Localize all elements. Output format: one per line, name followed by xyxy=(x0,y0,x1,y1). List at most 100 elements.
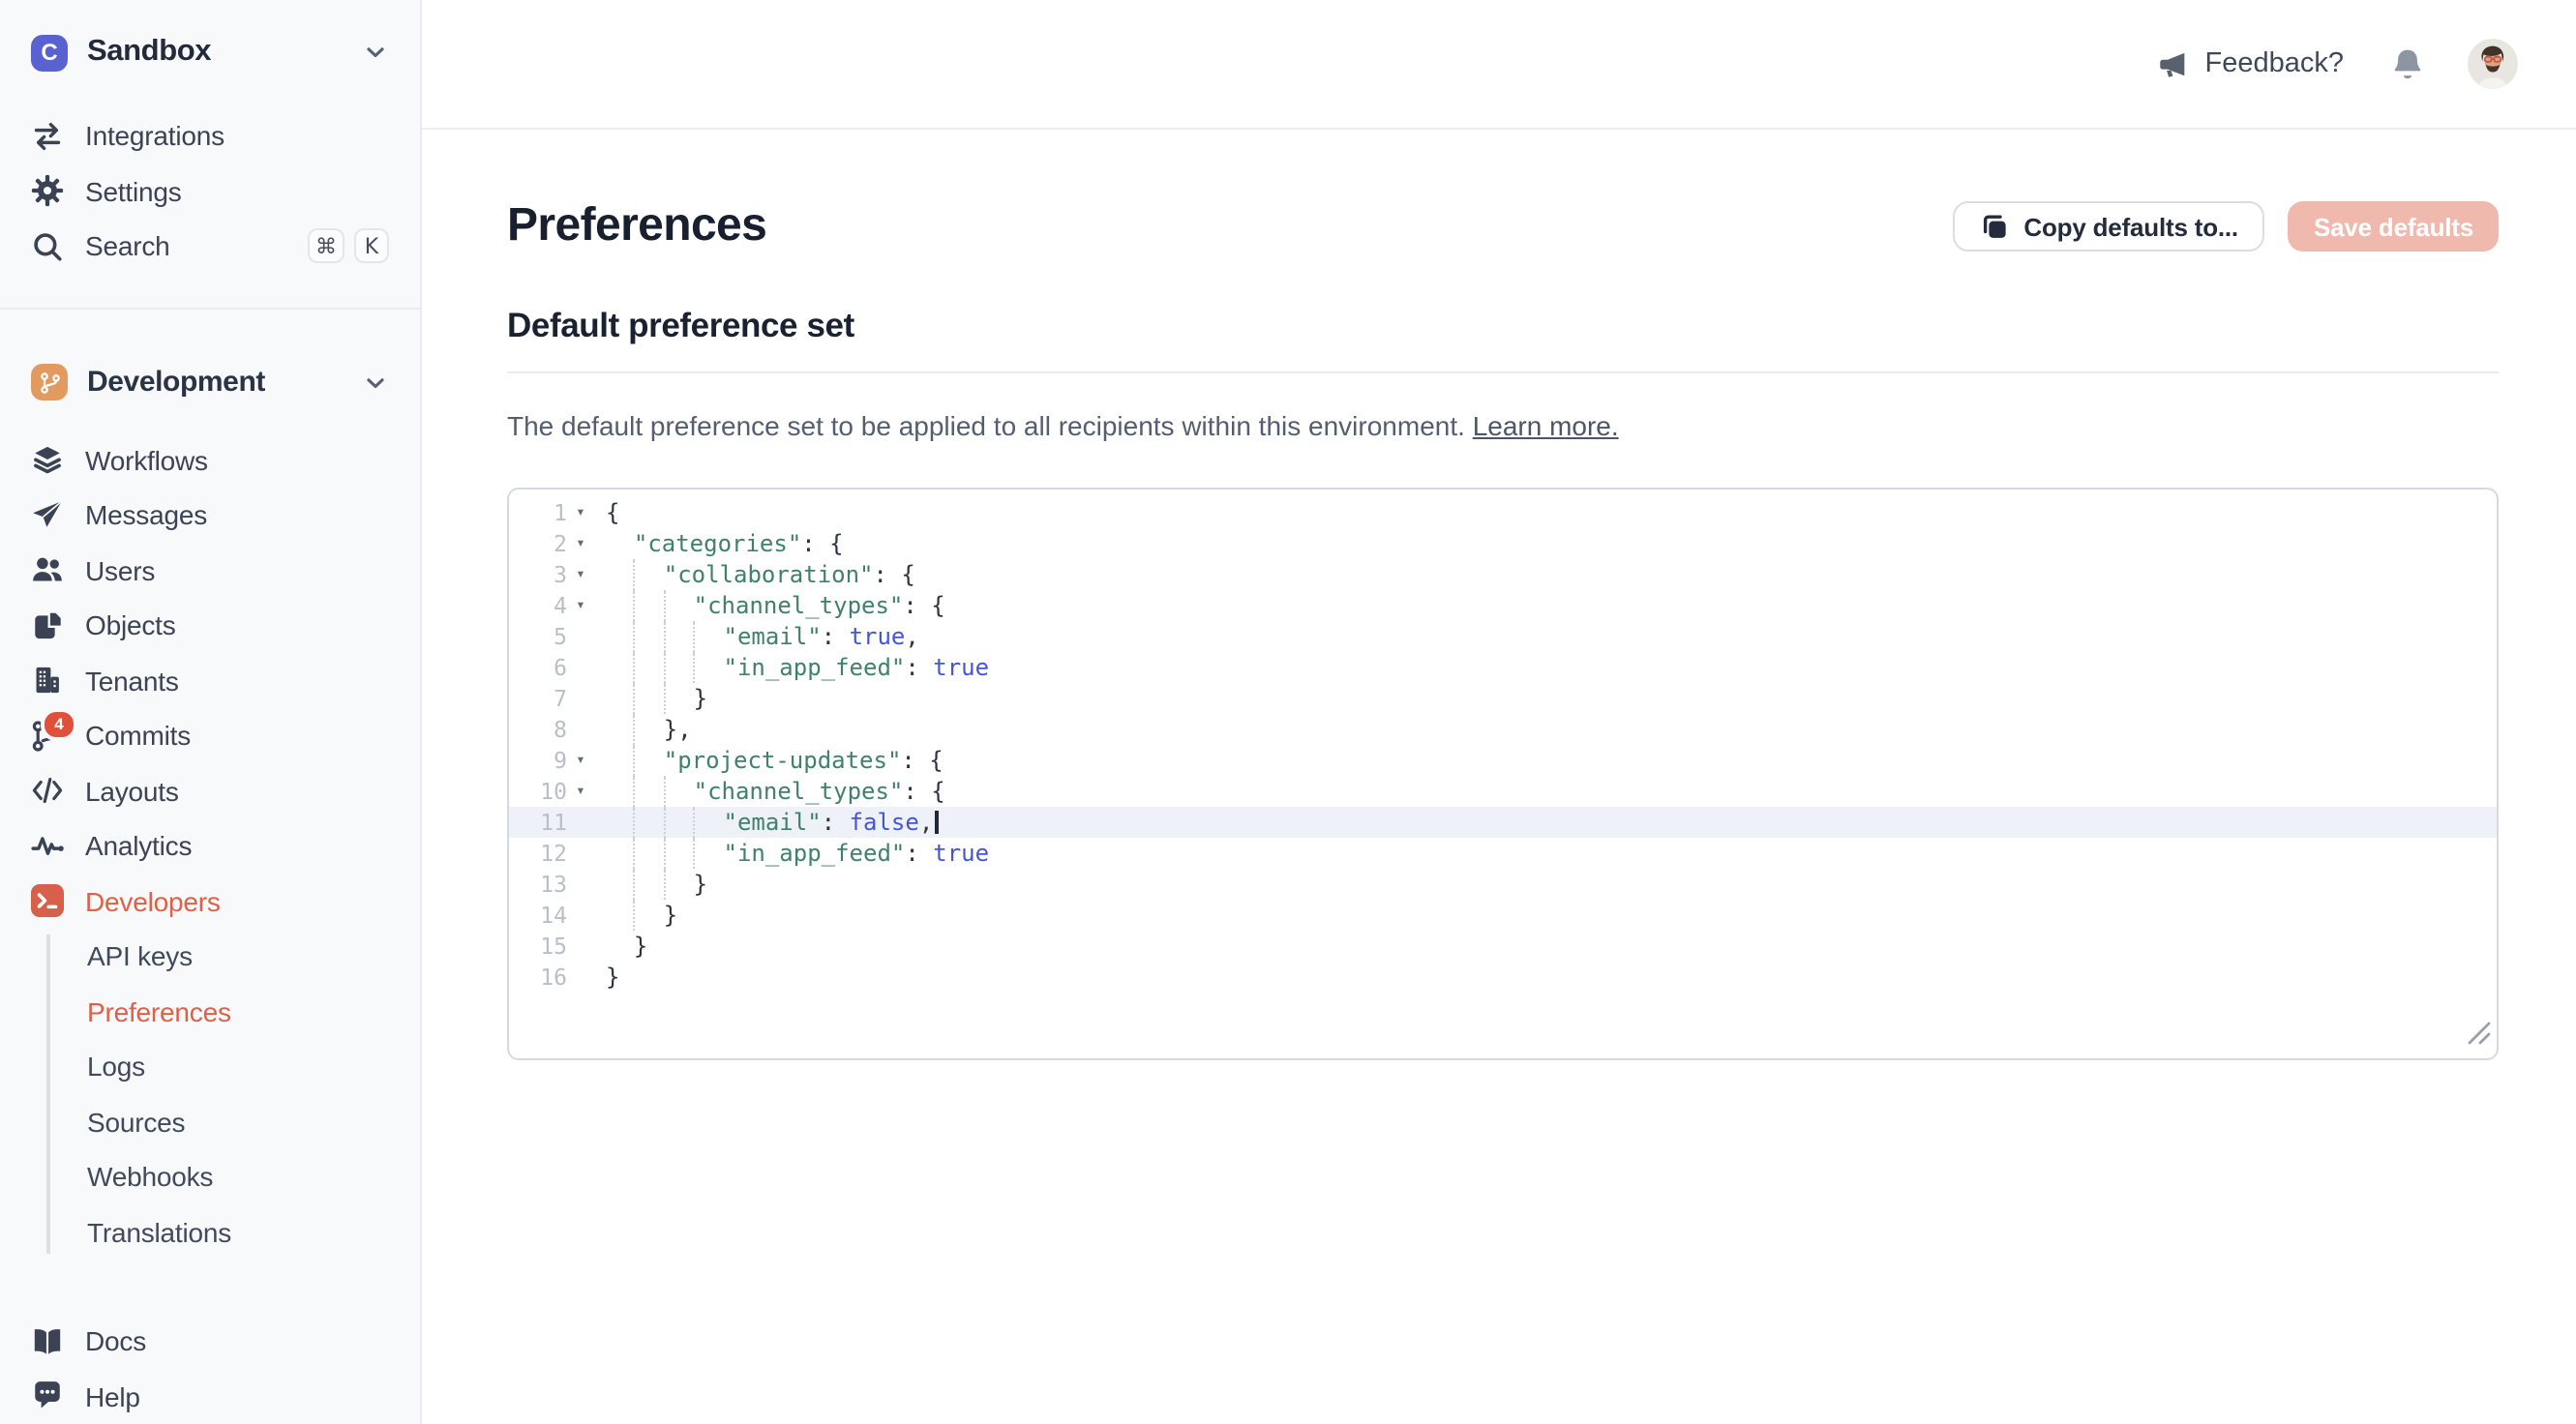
sidebar-item-analytics[interactable]: Analytics xyxy=(0,818,420,874)
sidebar-item-integrations[interactable]: Integrations xyxy=(0,108,420,163)
code-line[interactable]: 6"in_app_feed": true xyxy=(509,653,2497,684)
copy-defaults-button[interactable]: Copy defaults to... xyxy=(1952,201,2265,252)
main-area: Feedback? xyxy=(422,0,2576,1424)
workspace-logo: C xyxy=(31,34,68,71)
fold-toggle-icon[interactable]: ▾ xyxy=(567,498,594,529)
code-line[interactable]: 13} xyxy=(509,870,2497,901)
sidebar-item-layouts[interactable]: Layouts xyxy=(0,763,420,818)
resize-handle-icon[interactable] xyxy=(2466,1017,2491,1053)
token-k: "email" xyxy=(724,622,822,653)
code-line[interactable]: 8}, xyxy=(509,715,2497,746)
code-line[interactable]: 12 "in_app_feed": true xyxy=(509,839,2497,870)
environment-switcher[interactable]: Development xyxy=(0,347,420,417)
integrations-icon xyxy=(31,120,64,153)
search-icon xyxy=(31,230,64,263)
code-line[interactable]: 16} xyxy=(509,963,2497,994)
indent-spacer xyxy=(606,839,634,870)
code-line[interactable]: 1▾{ xyxy=(509,498,2497,529)
sidebar-subitem-logs[interactable]: Logs xyxy=(0,1039,420,1094)
editor-gutter: 8 xyxy=(509,717,598,744)
sidebar-subitem-api-keys[interactable]: API keys xyxy=(0,929,420,984)
token-p: : { xyxy=(801,529,843,560)
code-line[interactable]: 2▾"categories": { xyxy=(509,529,2497,560)
code-line[interactable]: 5"email": true, xyxy=(509,622,2497,653)
editor-gutter: 3▾ xyxy=(509,560,598,591)
layouts-icon xyxy=(31,775,64,808)
token-b: false xyxy=(850,808,919,839)
code-line[interactable]: 4▾"channel_types": { xyxy=(509,591,2497,622)
indent-spacer xyxy=(606,591,634,622)
json-code-editor[interactable]: 1▾{2▾"categories": {3▾"collaboration": {… xyxy=(507,489,2499,1061)
code-line[interactable]: 7} xyxy=(509,684,2497,715)
token-p: , xyxy=(919,808,933,839)
fold-toggle-icon[interactable]: ▾ xyxy=(567,529,594,560)
indent-spacer xyxy=(606,870,634,901)
sidebar-item-messages[interactable]: Messages xyxy=(0,488,420,543)
search-shortcut: ⌘K xyxy=(308,229,389,264)
copy-icon xyxy=(1979,212,2008,241)
sidebar-item-label: Help xyxy=(85,1381,389,1412)
line-number: 3 xyxy=(509,562,567,589)
sidebar-item-label: Docs xyxy=(85,1326,389,1357)
code-text: "email": false, xyxy=(598,808,938,839)
user-avatar[interactable] xyxy=(2468,39,2518,89)
sidebar-item-settings[interactable]: Settings xyxy=(0,163,420,219)
indent-guide xyxy=(664,839,694,870)
sidebar-item-workflows[interactable]: Workflows xyxy=(0,432,420,488)
sidebar-item-objects[interactable]: Objects xyxy=(0,598,420,653)
code-line[interactable]: 15} xyxy=(509,932,2497,963)
commits-icon: 4 xyxy=(31,720,64,753)
sidebar-item-label: Objects xyxy=(85,610,389,641)
line-number: 13 xyxy=(509,872,567,899)
fold-toggle-icon[interactable]: ▾ xyxy=(567,746,594,777)
fold-toggle-icon[interactable]: ▾ xyxy=(567,777,594,808)
sidebar-item-search[interactable]: Search⌘K xyxy=(0,219,420,274)
environment-branch-icon xyxy=(31,364,68,400)
token-b: true xyxy=(933,839,989,870)
code-line[interactable]: 14} xyxy=(509,901,2497,932)
sidebar-item-label: Developers xyxy=(85,886,389,917)
notifications-button[interactable] xyxy=(2390,46,2425,81)
code-line[interactable]: 3▾ "collaboration": { xyxy=(509,560,2497,591)
sidebar-item-users[interactable]: Users xyxy=(0,543,420,598)
fold-toggle-icon[interactable]: ▾ xyxy=(567,591,594,622)
sidebar-subitem-preferences[interactable]: Preferences xyxy=(0,984,420,1039)
learn-more-link[interactable]: Learn more. xyxy=(1473,410,1619,441)
feedback-button[interactable]: Feedback? xyxy=(2157,47,2345,80)
sidebar-item-label: Users xyxy=(85,555,389,586)
indent-spacer xyxy=(606,901,634,932)
code-text: "in_app_feed": true xyxy=(598,839,989,870)
sidebar-subitem-webhooks[interactable]: Webhooks xyxy=(0,1149,420,1204)
token-k: "collaboration" xyxy=(664,560,874,591)
sidebar-item-docs[interactable]: Docs xyxy=(0,1314,420,1369)
code-line[interactable]: 11"email": false, xyxy=(509,808,2497,839)
token-p: }, xyxy=(664,715,692,746)
editor-gutter: 1▾ xyxy=(509,498,598,529)
sidebar-item-label: Tenants xyxy=(85,666,389,697)
fold-toggle-icon[interactable]: ▾ xyxy=(567,560,594,591)
workspace-switcher[interactable]: C Sandbox xyxy=(0,0,420,104)
sidebar-item-help[interactable]: Help xyxy=(0,1369,420,1424)
sidebar-item-commits[interactable]: 4Commits xyxy=(0,708,420,763)
code-text: "channel_types": { xyxy=(598,591,945,622)
token-p: : { xyxy=(874,560,915,591)
code-line[interactable]: 10▾"channel_types": { xyxy=(509,777,2497,808)
indent-guide xyxy=(664,777,694,808)
editor-gutter: 6 xyxy=(509,655,598,682)
indent-guide xyxy=(634,870,664,901)
code-line[interactable]: 9▾"project-updates": { xyxy=(509,746,2497,777)
code-text: "in_app_feed": true xyxy=(598,653,989,684)
editor-gutter: 16 xyxy=(509,964,598,992)
token-p: } xyxy=(606,963,619,994)
sidebar-item-tenants[interactable]: Tenants xyxy=(0,653,420,708)
sidebar-subitem-translations[interactable]: Translations xyxy=(0,1204,420,1260)
editor-gutter: 7 xyxy=(509,686,598,713)
users-icon xyxy=(31,554,64,587)
sidebar-environment-group: WorkflowsMessages Users Objects Tenants 4Com… xyxy=(0,432,420,929)
sidebar-item-developers[interactable]: Developers xyxy=(0,874,420,929)
line-number: 12 xyxy=(509,841,567,868)
sidebar-subitem-sources[interactable]: Sources xyxy=(0,1094,420,1149)
section-divider xyxy=(507,371,2499,373)
save-defaults-button[interactable]: Save defaults xyxy=(2289,201,2499,252)
analytics-icon xyxy=(31,830,64,863)
